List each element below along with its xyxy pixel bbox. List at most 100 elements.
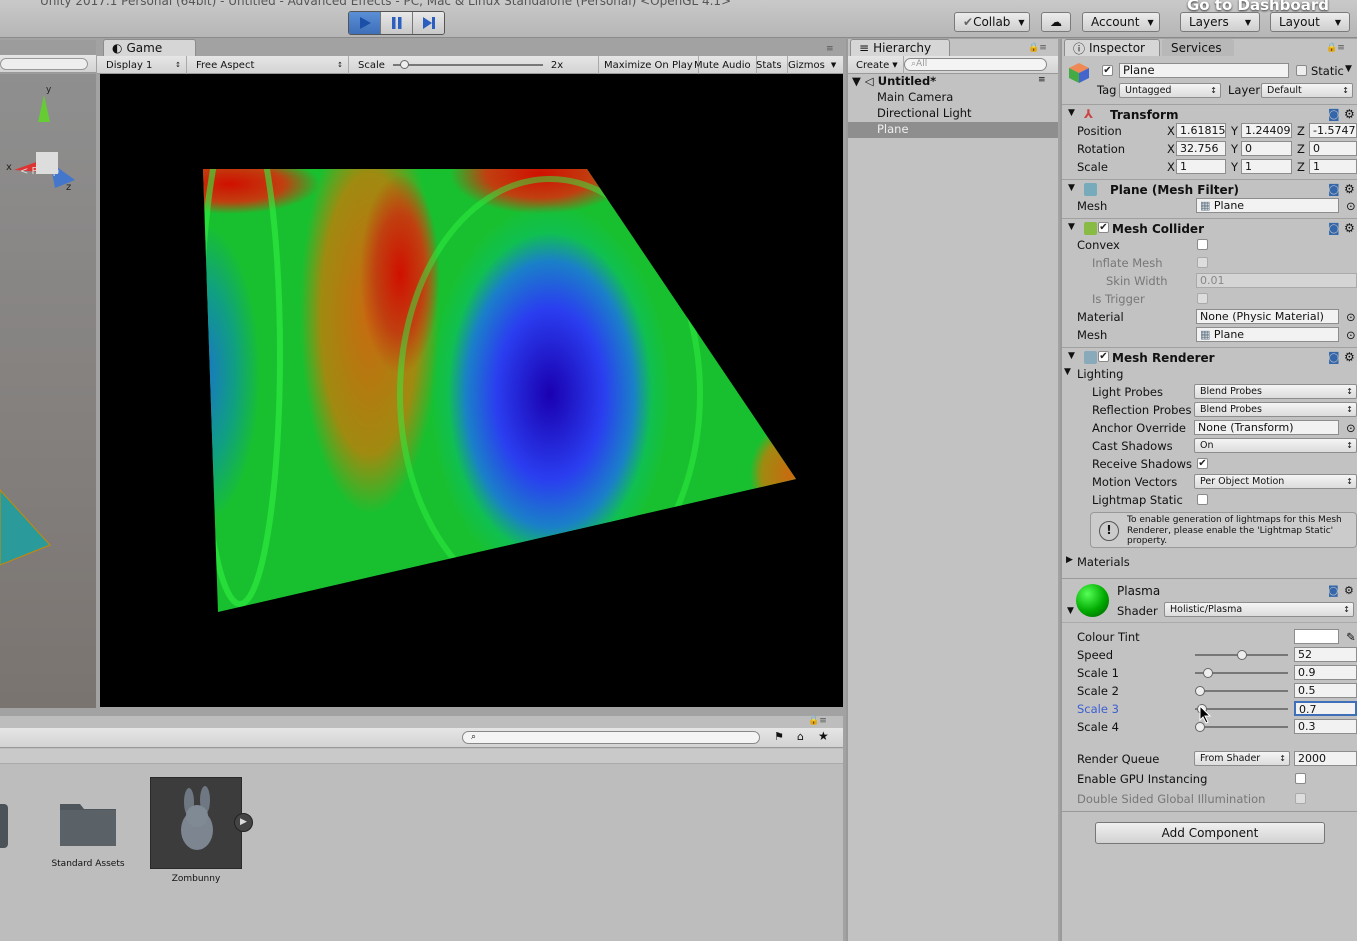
- scene-options-icon[interactable]: ≡: [1038, 75, 1046, 85]
- play-button[interactable]: [349, 12, 381, 34]
- collider-mesh-field[interactable]: ▦ Plane: [1196, 327, 1339, 342]
- persp-label[interactable]: < Persp: [20, 166, 59, 177]
- folder-partial-icon[interactable]: [0, 804, 8, 848]
- param-value-field[interactable]: 0.5: [1294, 683, 1357, 698]
- layers-dropdown[interactable]: Layers ▼: [1180, 12, 1260, 32]
- hierarchy-item-selected[interactable]: Plane: [848, 122, 1058, 138]
- object-picker-icon[interactable]: ⊙: [1346, 310, 1356, 324]
- layout-dropdown[interactable]: Layout ▼: [1270, 12, 1350, 32]
- mute-audio-toggle[interactable]: Mute Audio: [689, 56, 757, 74]
- step-button[interactable]: [413, 12, 444, 34]
- object-picker-icon[interactable]: ⊙: [1346, 328, 1356, 342]
- mesh-renderer-header[interactable]: ▼ ✔ Mesh Renderer ◙ ⚙: [1062, 347, 1357, 367]
- list-item[interactable]: Standard Assets: [50, 796, 126, 869]
- gear-icon[interactable]: ⚙: [1344, 221, 1355, 235]
- tab-inspector[interactable]: ⓘ Inspector: [1064, 39, 1160, 56]
- account-dropdown[interactable]: Account ▼: [1082, 12, 1160, 32]
- filter-type-icon[interactable]: ⚑: [774, 730, 784, 743]
- object-picker-icon[interactable]: ⊙: [1346, 421, 1356, 435]
- active-checkbox[interactable]: ✔: [1102, 65, 1113, 76]
- lighting-foldout[interactable]: ▼ Lighting: [1064, 365, 1357, 383]
- aspect-dropdown[interactable]: Free Aspect ↕: [191, 56, 349, 74]
- help-icon[interactable]: ◙: [1328, 107, 1340, 121]
- hierarchy-search-input[interactable]: ⌕All: [904, 58, 1047, 71]
- mesh-field[interactable]: ▦ Plane: [1196, 198, 1339, 213]
- list-item[interactable]: [150, 777, 242, 869]
- display-dropdown[interactable]: Display 1 ↕: [101, 56, 187, 74]
- create-dropdown[interactable]: Create ▼: [851, 56, 904, 74]
- param-slider[interactable]: [1195, 650, 1288, 660]
- object-name-field[interactable]: Plane: [1119, 63, 1289, 78]
- filter-label-icon[interactable]: ⌂: [797, 730, 804, 743]
- scale-x-field[interactable]: 1: [1176, 159, 1226, 174]
- param-slider-knob[interactable]: [1203, 668, 1213, 678]
- help-icon[interactable]: ◙: [1328, 182, 1340, 196]
- mesh-collider-header[interactable]: ▼ ✔ Mesh Collider ◙ ⚙: [1062, 218, 1357, 238]
- collapse-arrow-icon[interactable]: ▼: [1067, 606, 1074, 616]
- scene-root-item[interactable]: ▼ ◁ Untitled*: [852, 74, 936, 88]
- gear-icon[interactable]: ⚙: [1344, 107, 1355, 121]
- tab-services[interactable]: Services: [1162, 39, 1234, 56]
- motion-vectors-dropdown[interactable]: Per Object Motion: [1194, 474, 1357, 489]
- render-queue-dropdown[interactable]: From Shader: [1194, 751, 1290, 766]
- param-slider-knob[interactable]: [1237, 650, 1247, 660]
- anchor-override-field[interactable]: None (Transform): [1194, 420, 1339, 435]
- help-icon[interactable]: ◙: [1328, 221, 1340, 235]
- eyedropper-icon[interactable]: ✎: [1346, 630, 1356, 644]
- shader-dropdown[interactable]: Holistic/Plasma: [1164, 602, 1354, 617]
- mesh-filter-header[interactable]: ▼ Plane (Mesh Filter) ◙ ⚙: [1062, 179, 1357, 199]
- gear-icon[interactable]: ⚙: [1344, 350, 1355, 364]
- game-viewport[interactable]: [100, 74, 843, 707]
- add-component-button[interactable]: Add Component: [1095, 822, 1325, 844]
- help-icon[interactable]: ◙: [1328, 350, 1340, 364]
- scale-y-field[interactable]: 1: [1241, 159, 1292, 174]
- rotation-y-field[interactable]: 0: [1241, 141, 1292, 156]
- static-dropdown-icon[interactable]: ▼: [1345, 64, 1352, 74]
- hierarchy-item[interactable]: Main Camera: [848, 90, 1058, 106]
- static-checkbox[interactable]: [1296, 65, 1307, 76]
- collab-button[interactable]: ✔ Collab ▼: [954, 12, 1030, 32]
- gpu-instancing-checkbox[interactable]: [1295, 773, 1306, 784]
- tab-game[interactable]: ◐ Game: [103, 39, 196, 56]
- hierarchy-menu-icon[interactable]: 🔒≡: [1028, 43, 1047, 53]
- position-y-field[interactable]: 1.24409: [1241, 123, 1292, 138]
- help-icon[interactable]: ◙: [1328, 584, 1339, 597]
- light-probes-dropdown[interactable]: Blend Probes: [1194, 384, 1357, 399]
- param-slider[interactable]: [1195, 668, 1288, 678]
- cloud-button[interactable]: ☁: [1041, 12, 1071, 32]
- hierarchy-item[interactable]: Directional Light: [848, 106, 1058, 122]
- colour-tint-swatch[interactable]: [1294, 629, 1339, 644]
- rotation-z-field[interactable]: 0: [1309, 141, 1357, 156]
- position-z-field[interactable]: -1.5747: [1309, 123, 1357, 138]
- param-value-field[interactable]: 0.3: [1294, 719, 1357, 734]
- scale-slider-knob[interactable]: [399, 60, 409, 69]
- convex-checkbox[interactable]: [1197, 239, 1208, 250]
- param-slider[interactable]: [1195, 686, 1288, 696]
- project-search-input[interactable]: ⌕: [462, 731, 760, 744]
- favorite-star-icon[interactable]: ★: [818, 729, 829, 743]
- transform-header[interactable]: ▼ ⅄ Transform ◙ ⚙: [1062, 104, 1357, 124]
- tag-dropdown[interactable]: Untagged: [1119, 83, 1221, 98]
- pause-button[interactable]: [381, 12, 413, 34]
- layer-dropdown[interactable]: Default: [1261, 83, 1353, 98]
- gear-icon[interactable]: ⚙: [1344, 584, 1354, 597]
- render-queue-field[interactable]: 2000: [1294, 751, 1357, 766]
- param-value-field[interactable]: 0.7: [1294, 701, 1357, 716]
- param-slider[interactable]: [1195, 722, 1288, 732]
- scale-slider[interactable]: [392, 60, 543, 69]
- materials-foldout[interactable]: ▶ Materials: [1066, 553, 1357, 571]
- param-slider-knob[interactable]: [1195, 686, 1205, 696]
- object-picker-icon[interactable]: ⊙: [1346, 199, 1356, 213]
- reflection-probes-dropdown[interactable]: Blend Probes: [1194, 402, 1357, 417]
- inspector-menu-icon[interactable]: 🔒≡: [1326, 43, 1345, 53]
- mesh-renderer-enabled-checkbox[interactable]: ✔: [1098, 351, 1109, 362]
- lightmap-static-checkbox[interactable]: [1197, 494, 1208, 505]
- receive-shadows-checkbox[interactable]: ✔: [1197, 458, 1208, 469]
- rotation-x-field[interactable]: 32.756: [1176, 141, 1226, 156]
- cast-shadows-dropdown[interactable]: On: [1194, 438, 1357, 453]
- scale-z-field[interactable]: 1: [1309, 159, 1357, 174]
- physic-material-field[interactable]: None (Physic Material): [1196, 309, 1339, 324]
- maximize-on-play-toggle[interactable]: Maximize On Play: [599, 56, 699, 74]
- mesh-collider-enabled-checkbox[interactable]: ✔: [1098, 222, 1109, 233]
- tab-hierarchy[interactable]: ≡ Hierarchy: [850, 39, 950, 56]
